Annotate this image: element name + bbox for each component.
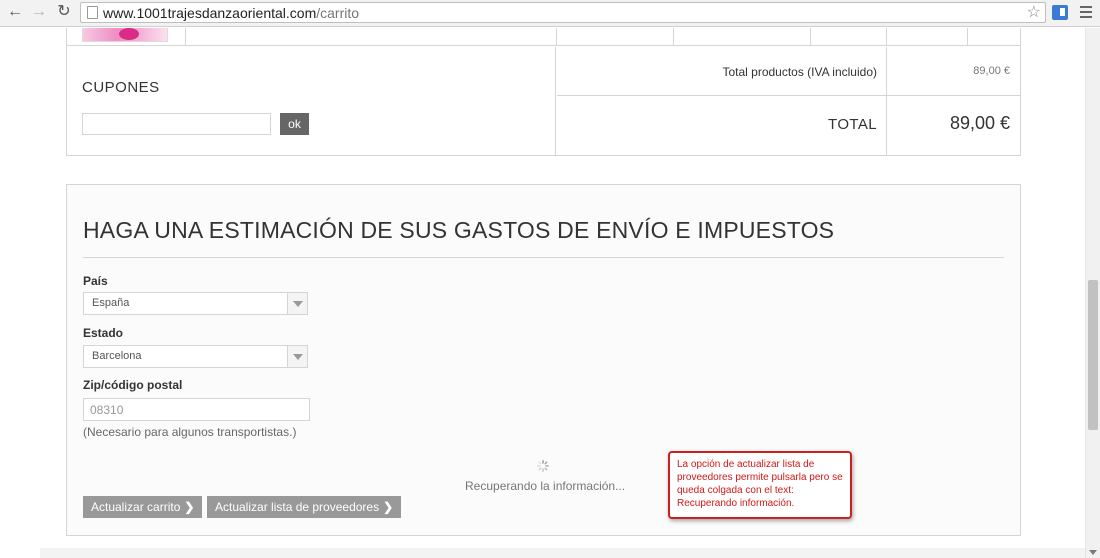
chevron-right-icon: ❯: [383, 500, 394, 514]
browser-toolbar: ← → ↻ www.1001trajesdanzaoriental.com/ca…: [0, 0, 1100, 27]
star-icon[interactable]: ☆: [1027, 3, 1041, 22]
forward-arrow-icon[interactable]: →: [30, 3, 48, 21]
page-footer-strip: [40, 548, 1085, 558]
shipping-estimate-panel: HAGA UNA ESTIMACIÓN DE SUS GASTOS DE ENV…: [66, 184, 1021, 536]
page-viewport: CUPONES ok Total productos (IVA incluido…: [0, 28, 1085, 558]
annotation-callout: La opción de actualizar lista de proveed…: [668, 451, 852, 519]
update-cart-button[interactable]: Actualizar carrito ❯: [83, 496, 203, 518]
total-label: TOTAL: [828, 116, 877, 133]
chevron-right-icon: ❯: [184, 500, 195, 514]
hamburger-menu-icon[interactable]: [1080, 6, 1092, 21]
total-products-value: 89,00 €: [973, 65, 1010, 77]
country-label: País: [83, 274, 108, 288]
shipping-title: HAGA UNA ESTIMACIÓN DE SUS GASTOS DE ENV…: [83, 217, 835, 243]
zip-note: (Necesario para algunos transportistas.): [83, 425, 297, 439]
cart-summary: CUPONES ok Total productos (IVA incluido…: [66, 28, 1021, 156]
total-products-row: Total productos (IVA incluido) 89,00 €: [557, 47, 1020, 96]
state-label: Estado: [83, 326, 124, 340]
vertical-scrollbar[interactable]: [1085, 28, 1100, 558]
zip-label: Zip/código postal: [83, 378, 183, 392]
update-carriers-label: Actualizar lista de proveedores: [215, 500, 380, 514]
chevron-down-icon[interactable]: [287, 293, 307, 314]
totals-section: Total productos (IVA incluido) 89,00 € T…: [557, 47, 1020, 155]
zip-input[interactable]: 08310: [83, 398, 310, 421]
chevron-down-icon[interactable]: [287, 346, 307, 367]
url-text: www.1001trajesdanzaoriental.com/carrito: [103, 5, 360, 21]
coupons-title: CUPONES: [82, 79, 160, 96]
divider: [83, 257, 1004, 258]
page-icon: [87, 6, 98, 19]
scrollbar-thumb[interactable]: [1088, 280, 1098, 430]
loading-spinner-icon: [537, 460, 549, 472]
back-arrow-icon[interactable]: ←: [6, 3, 24, 21]
update-cart-label: Actualizar carrito: [91, 500, 181, 514]
address-bar[interactable]: www.1001trajesdanzaoriental.com/carrito …: [80, 2, 1046, 23]
total-value: 89,00 €: [949, 113, 1010, 133]
loading-text: Recuperando la información...: [465, 479, 626, 493]
product-thumbnail[interactable]: [82, 28, 168, 42]
product-row-partial: [67, 28, 1020, 46]
coupons-section: CUPONES ok: [67, 47, 556, 155]
total-products-label: Total productos (IVA incluido): [722, 65, 877, 79]
state-select[interactable]: Barcelona: [83, 345, 308, 368]
zip-input-value: 08310: [90, 403, 124, 417]
total-row: TOTAL 89,00 €: [557, 97, 1020, 155]
reload-icon[interactable]: ↻: [55, 3, 73, 21]
coupon-input[interactable]: [82, 113, 271, 135]
scroll-down-arrow-icon[interactable]: [1089, 550, 1097, 555]
country-select-value: España: [92, 297, 130, 309]
country-select[interactable]: España: [83, 292, 308, 315]
extension-icon[interactable]: [1052, 5, 1068, 20]
state-select-value: Barcelona: [92, 350, 142, 362]
update-carriers-button[interactable]: Actualizar lista de proveedores ❯: [207, 496, 402, 518]
coupon-ok-button[interactable]: ok: [280, 113, 309, 135]
